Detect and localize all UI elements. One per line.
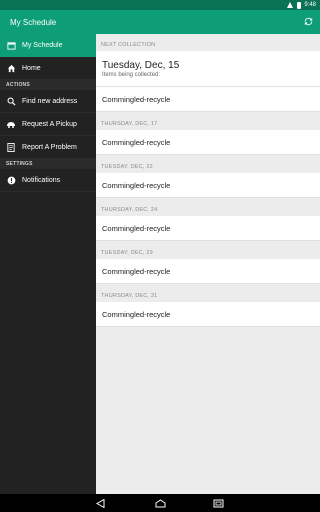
report-icon — [6, 142, 16, 152]
collection-item: Commingled-recycle — [102, 180, 171, 190]
sidebar-item-home[interactable]: Home — [0, 57, 96, 80]
next-collection-header: NEXT COLLECTION — [101, 42, 156, 48]
notification-icon — [6, 175, 16, 185]
sidebar-item-label: Request A Pickup — [22, 120, 77, 128]
collection-item: Commingled-recycle — [102, 309, 171, 319]
settings-section-header: SETTINGS — [0, 159, 96, 169]
home-nav-icon[interactable] — [153, 498, 167, 508]
collection-item: Commingled-recycle — [102, 137, 171, 147]
back-icon[interactable] — [95, 498, 109, 508]
sidebar-item-my-schedule[interactable]: My Schedule — [0, 34, 96, 57]
list-item[interactable]: Commingled-recycle — [96, 130, 320, 155]
navigation-drawer: My Schedule Home ACTIONS Find new addres… — [0, 34, 96, 494]
truck-icon — [6, 119, 16, 129]
search-location-icon — [6, 96, 16, 106]
system-nav-bar — [0, 494, 320, 512]
list-item[interactable]: Commingled-recycle — [96, 302, 320, 327]
sidebar-item-label: Notifications — [22, 176, 61, 184]
actions-section-header: ACTIONS — [0, 80, 96, 90]
list-item[interactable]: Commingled-recycle — [96, 87, 320, 112]
date-header: TUESDAY, DEC, 29 — [101, 250, 153, 256]
status-time: 9:48 — [304, 2, 316, 8]
sidebar-item-label: My Schedule — [22, 42, 63, 49]
app-bar: My Schedule — [0, 10, 320, 34]
date-header: THURSDAY, DEC, 24 — [101, 207, 158, 213]
date-header: TUESDAY, DEC, 22 — [101, 164, 153, 170]
collection-item: Commingled-recycle — [102, 94, 171, 104]
sidebar-item-label: Report A Problem — [22, 143, 77, 151]
page-title: My Schedule — [10, 17, 57, 27]
battery-icon — [297, 1, 302, 9]
schedule-list: NEXT COLLECTION Tuesday, Dec, 15 Items b… — [96, 34, 320, 494]
sidebar-item-find-new-address[interactable]: Find new address — [0, 90, 96, 113]
recents-icon[interactable] — [211, 498, 225, 508]
list-item[interactable]: Commingled-recycle — [96, 259, 320, 284]
list-item[interactable]: Commingled-recycle — [96, 216, 320, 241]
date-header: THURSDAY, DEC, 17 — [101, 121, 158, 127]
items-being-collected-label: Items being collected: — [102, 71, 161, 78]
collection-item: Commingled-recycle — [102, 266, 171, 276]
calendar-icon — [6, 41, 16, 51]
next-collection-date: Tuesday, Dec, 15 — [102, 59, 180, 71]
next-collection-card[interactable]: Tuesday, Dec, 15 Items being collected: — [96, 51, 320, 87]
date-header: THURSDAY, DEC, 31 — [101, 293, 158, 299]
refresh-icon[interactable] — [303, 16, 314, 27]
sidebar-item-label: Home — [22, 64, 41, 72]
collection-item: Commingled-recycle — [102, 223, 171, 233]
wifi-icon — [287, 2, 294, 8]
home-icon — [6, 63, 16, 73]
status-bar: 9:48 — [0, 0, 320, 10]
sidebar-item-label: Find new address — [22, 97, 78, 105]
sidebar-item-report-problem[interactable]: Report A Problem — [0, 136, 96, 159]
sidebar-item-notifications[interactable]: Notifications — [0, 169, 96, 192]
list-item[interactable]: Commingled-recycle — [96, 173, 320, 198]
sidebar-item-request-pickup[interactable]: Request A Pickup — [0, 113, 96, 136]
